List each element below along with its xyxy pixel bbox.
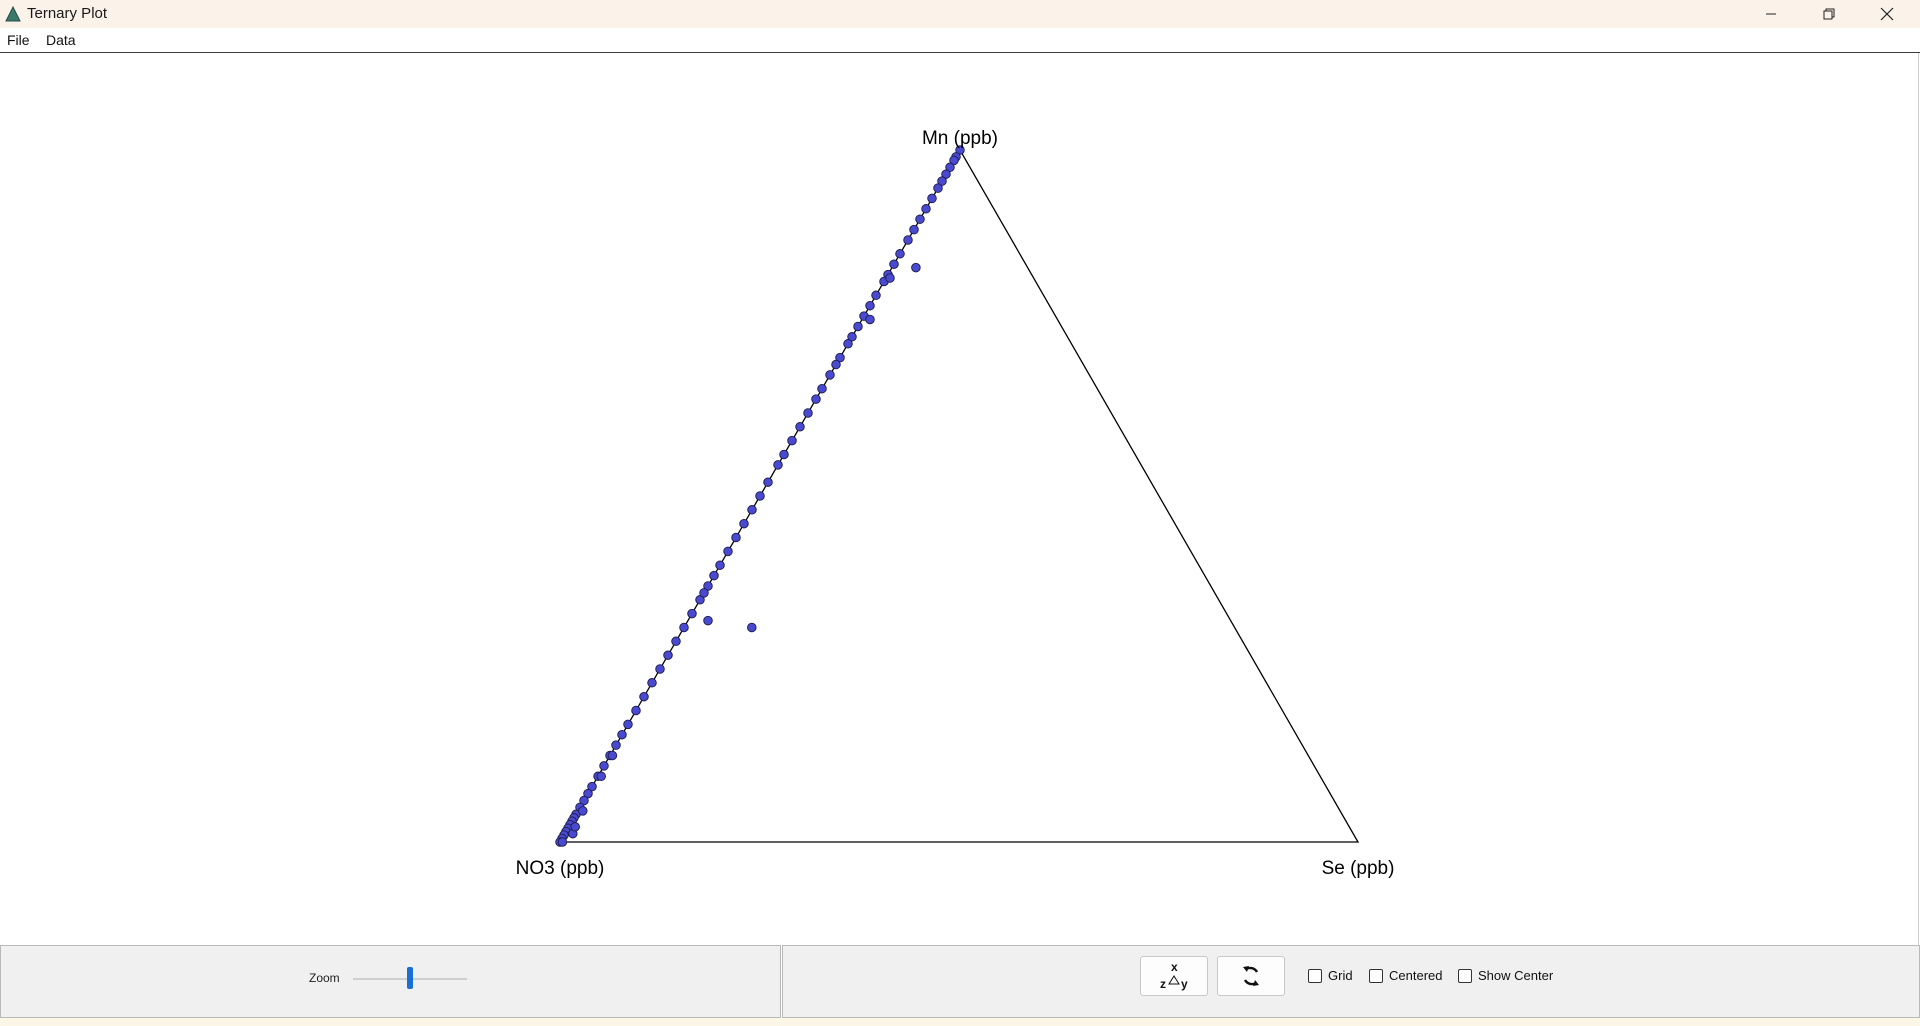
svg-text:z: z — [1160, 977, 1166, 991]
data-point — [927, 193, 937, 204]
grid-checkbox[interactable]: Grid — [1308, 968, 1353, 983]
restore-icon — [1823, 8, 1835, 20]
data-point — [747, 505, 757, 515]
data-point — [715, 560, 725, 570]
minimize-icon — [1766, 13, 1776, 15]
svg-text:y: y — [1181, 977, 1188, 991]
xyz-swap-icon: x z y — [1160, 960, 1188, 991]
data-point — [825, 370, 835, 380]
data-point — [570, 822, 580, 832]
data-point — [611, 740, 621, 750]
data-point — [639, 691, 649, 702]
data-point — [871, 290, 881, 301]
ternary-plot-window: Ternary Plot File Data Mn (ppb) NO3 (ppb — [0, 0, 1920, 1026]
menu-file[interactable]: File — [7, 32, 30, 48]
minimize-button[interactable] — [1742, 0, 1800, 28]
data-point — [795, 422, 805, 432]
data-point — [747, 622, 757, 633]
show-center-checkbox[interactable]: Show Center — [1458, 968, 1553, 983]
data-point — [865, 314, 875, 325]
data-point — [709, 570, 719, 581]
ternary-triangle-outline — [558, 148, 1360, 843]
data-point — [599, 761, 609, 771]
data-point — [921, 204, 931, 214]
data-point — [787, 435, 797, 446]
ternary-chart[interactable]: Mn (ppb) NO3 (ppb) Se (ppb) — [0, 53, 1918, 945]
data-point — [915, 214, 925, 224]
close-icon — [1880, 7, 1894, 21]
vertex-label-left: NO3 (ppb) — [516, 858, 605, 879]
data-point — [663, 650, 673, 660]
data-point — [671, 636, 681, 647]
data-point — [578, 806, 588, 816]
data-point — [895, 249, 905, 259]
show-center-checkbox-box[interactable] — [1458, 968, 1472, 983]
centered-checkbox[interactable]: Centered — [1369, 968, 1442, 983]
data-point — [607, 750, 618, 761]
data-point — [933, 183, 943, 193]
grid-checkbox-label: Grid — [1328, 968, 1353, 983]
data-point — [817, 383, 827, 394]
ternary-plot-area[interactable]: Mn (ppb) NO3 (ppb) Se (ppb) — [0, 53, 1919, 945]
window-title: Ternary Plot — [27, 5, 108, 22]
menu-bar: File Data — [0, 28, 1920, 53]
data-point — [699, 588, 709, 598]
data-point — [731, 532, 741, 543]
data-point — [739, 518, 749, 529]
data-point — [623, 719, 633, 730]
data-point — [909, 224, 919, 235]
centered-checkbox-box[interactable] — [1369, 968, 1383, 983]
data-point — [655, 664, 665, 674]
data-point — [557, 837, 568, 847]
data-point — [865, 300, 875, 311]
svg-text:x: x — [1171, 960, 1178, 974]
data-point — [853, 321, 863, 332]
data-point — [723, 546, 733, 557]
menu-data[interactable]: Data — [46, 32, 76, 48]
data-point — [631, 705, 641, 716]
data-point — [703, 615, 713, 626]
restore-button[interactable] — [1800, 0, 1858, 28]
data-point — [773, 460, 783, 470]
data-point — [885, 273, 895, 283]
data-point — [687, 608, 697, 619]
data-point — [903, 235, 913, 245]
data-point — [617, 729, 627, 740]
data-point — [596, 771, 606, 782]
data-point — [755, 491, 765, 501]
window-bottom-edge — [0, 1018, 1920, 1026]
data-point — [679, 622, 689, 633]
data-point — [811, 394, 821, 404]
centered-checkbox-label: Centered — [1389, 968, 1443, 983]
data-point — [779, 449, 789, 460]
data-point — [889, 259, 899, 269]
rotate-icon — [1243, 966, 1259, 986]
data-point — [803, 408, 813, 418]
app-triangle-icon — [5, 6, 21, 22]
data-point — [647, 678, 657, 688]
options-panel: x z y Grid Centered Show Center — [782, 945, 1920, 1018]
data-point — [911, 262, 921, 273]
data-point — [831, 359, 841, 370]
data-point — [843, 339, 853, 349]
show-center-checkbox-label: Show Center — [1478, 968, 1554, 983]
zoom-label: Zoom — [309, 971, 340, 985]
rotate-button[interactable] — [1217, 956, 1285, 996]
zoom-slider-thumb[interactable] — [407, 967, 413, 989]
zoom-panel: Zoom — [0, 945, 781, 1018]
title-bar[interactable]: Ternary Plot — [0, 0, 1920, 28]
vertex-label-right: Se (ppb) — [1322, 858, 1395, 879]
grid-checkbox-box[interactable] — [1308, 968, 1322, 983]
data-point — [763, 477, 773, 487]
vertex-label-top: Mn (ppb) — [922, 128, 998, 149]
close-button[interactable] — [1858, 0, 1916, 28]
swap-axes-button[interactable]: x z y — [1140, 956, 1208, 996]
